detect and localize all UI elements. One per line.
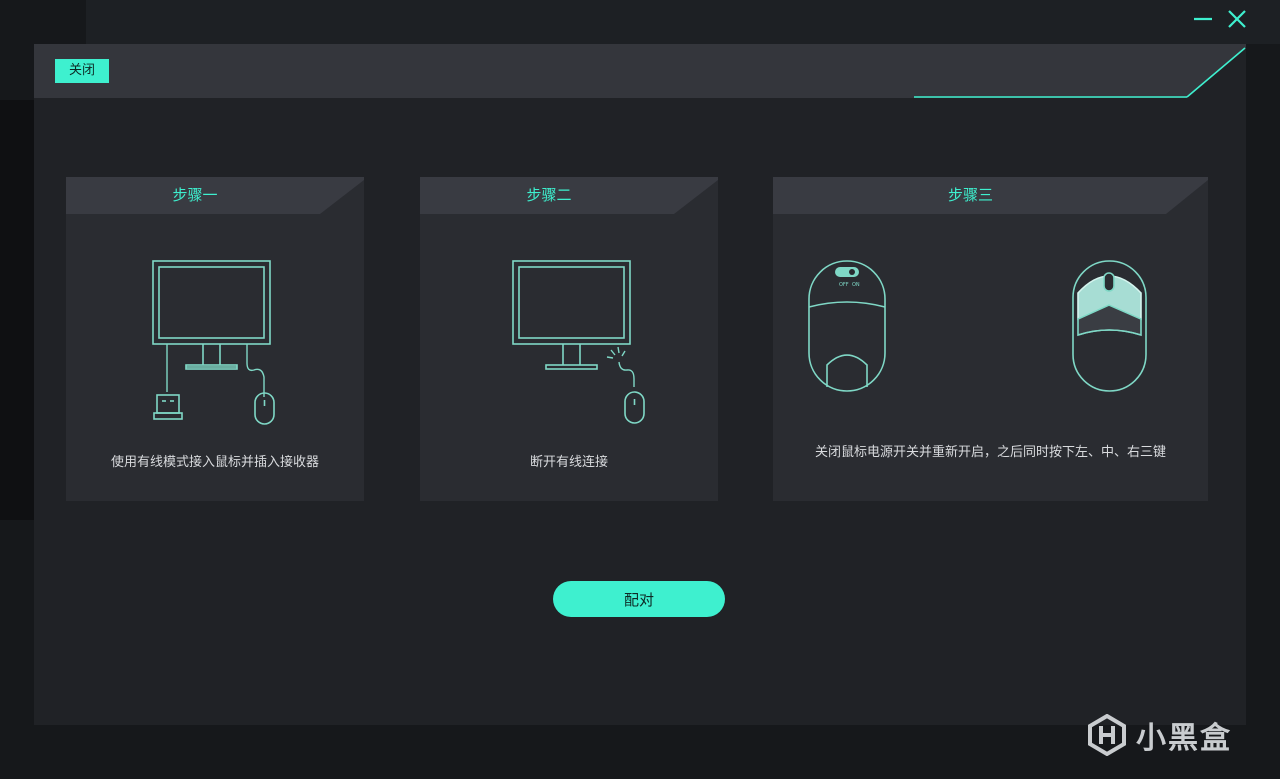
mouse-icon bbox=[624, 391, 645, 424]
disconnect-illustration bbox=[512, 260, 645, 424]
mouse-icon bbox=[254, 392, 275, 425]
step-title: 步骤三 bbox=[947, 186, 993, 204]
pairing-dialog: 关闭 步骤一 使用有线模式接入鼠标并插入接收器 步骤二 断开有线连接 步骤三 O… bbox=[34, 44, 1246, 725]
step-card-1: 步骤一 使用有线模式接入鼠标并插入接收器 bbox=[66, 177, 364, 501]
step-title: 步骤一 bbox=[172, 186, 218, 204]
close-button[interactable]: 关闭 bbox=[55, 59, 109, 83]
switch-off-label: OFF bbox=[839, 282, 849, 288]
monitor-icon bbox=[152, 260, 271, 370]
step-description: 关闭鼠标电源开关并重新开启，之后同时按下左、中、右三键 bbox=[814, 445, 1166, 460]
switch-on-label: ON bbox=[852, 282, 860, 288]
xiaoheihe-logo-icon bbox=[1088, 714, 1126, 756]
usb-receiver-icon bbox=[153, 394, 183, 420]
step-card-3: 步骤三 OFF ON 关闭鼠标电源开关并重新开启，之后同时按下左、中、右三键 bbox=[773, 177, 1208, 501]
background-window-strip bbox=[86, 0, 1280, 44]
step-card-2: 步骤二 断开有线连接 bbox=[420, 177, 718, 501]
watermark-text: 小黑盒 bbox=[1136, 721, 1232, 756]
close-icon[interactable] bbox=[1226, 8, 1248, 30]
dialog-header bbox=[34, 44, 1246, 98]
step-description: 断开有线连接 bbox=[529, 455, 608, 470]
step-title: 步骤二 bbox=[526, 186, 572, 204]
wired-setup-illustration bbox=[152, 260, 275, 425]
disconnect-icon bbox=[606, 346, 635, 387]
step-description: 使用有线模式接入鼠标并插入接收器 bbox=[110, 455, 319, 470]
mouse-bottom-icon bbox=[808, 260, 886, 392]
mouse-top-icon bbox=[1072, 260, 1147, 392]
mouse-reset-illustration: OFF ON bbox=[808, 260, 1147, 392]
background-window-edge bbox=[0, 100, 34, 520]
watermark: 小黑盒 bbox=[1086, 708, 1256, 762]
app-screen: 关闭 步骤一 使用有线模式接入鼠标并插入接收器 步骤二 断开有线连接 步骤三 O… bbox=[0, 0, 1280, 779]
pair-button[interactable]: 配对 bbox=[553, 581, 725, 617]
minimize-icon[interactable] bbox=[1192, 8, 1214, 30]
